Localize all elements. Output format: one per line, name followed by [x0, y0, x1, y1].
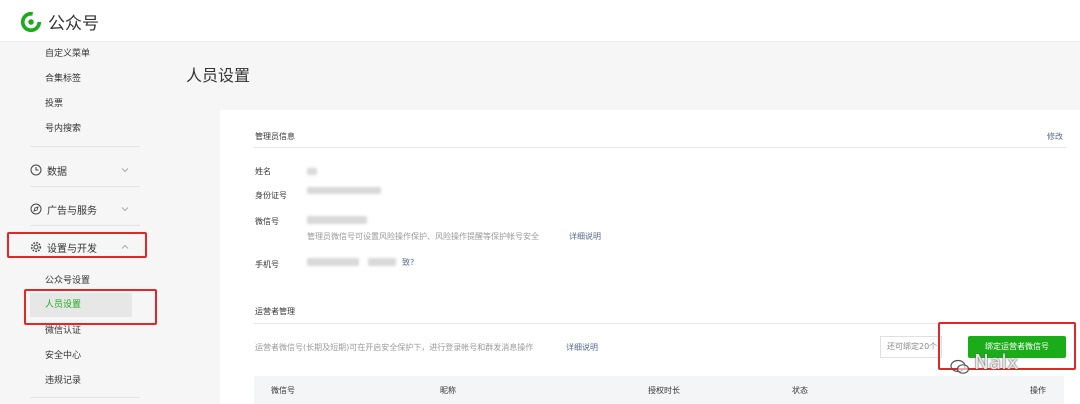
name-label: 姓名 — [255, 167, 271, 176]
sidebar-item-in-account-search[interactable]: 号内搜索 — [45, 121, 81, 134]
column-header-actions: 操作 — [1030, 386, 1046, 395]
sidebar-section-data[interactable]: 数据 — [30, 159, 140, 181]
divider — [30, 397, 140, 398]
sidebar-item-security-center[interactable]: 安全中心 — [45, 348, 81, 361]
sidebar-item-violation-records[interactable]: 违规记录 — [45, 373, 81, 386]
top-bar: 公众号 — [0, 0, 1080, 42]
admin-info-heading: 管理员信息 — [255, 132, 295, 141]
wechat-official-account-logo-icon — [20, 11, 42, 32]
divider — [30, 146, 140, 147]
sidebar-item-account-settings[interactable]: 公众号设置 — [45, 273, 90, 286]
phone-value-redacted — [307, 258, 359, 266]
sidebar-section-label: 数据 — [47, 166, 67, 178]
chevron-down-icon — [121, 207, 129, 212]
phone-label: 手机号 — [255, 260, 279, 269]
brand-name: 公众号 — [48, 14, 99, 34]
sidebar-item-collection-tags[interactable]: 合集标签 — [45, 71, 81, 84]
phone-value-redacted — [368, 258, 396, 266]
id-number-label: 身份证号 — [255, 191, 287, 200]
operator-description: 运营者微信号(长期及短期)可在开启安全保护下，进行登录帐号和群发消息操作 — [255, 343, 534, 352]
column-header-authorization-duration: 授权时长 — [648, 386, 680, 395]
highlight-box-settings-section — [7, 232, 147, 258]
highlight-box-personnel-settings — [24, 289, 157, 325]
wechat-watermark-icon — [950, 359, 970, 374]
page-title: 人员设置 — [186, 66, 251, 85]
column-header-nickname: 昵称 — [440, 386, 456, 395]
sidebar-item-vote[interactable]: 投票 — [45, 96, 63, 109]
divider — [254, 147, 1066, 148]
brand[interactable]: 公众号 — [20, 9, 99, 34]
sidebar-section-label: 广告与服务 — [47, 205, 97, 217]
id-number-value-redacted — [307, 187, 381, 194]
wechat-id-hint: 管理员微信号可设置风险操作保护、风险操作提醒等保护帐号安全 — [307, 232, 539, 241]
wechat-id-value-redacted — [307, 216, 367, 224]
bind-remaining-indicator: 还可绑定20个 — [880, 336, 942, 358]
column-header-wechat-id: 微信号 — [271, 386, 295, 395]
compass-icon — [30, 203, 42, 215]
column-header-status: 状态 — [792, 386, 808, 395]
chevron-down-icon — [121, 168, 129, 173]
sidebar-item-custom-menu[interactable]: 自定义菜单 — [45, 46, 90, 59]
divider — [30, 225, 140, 226]
divider — [30, 186, 140, 187]
wechat-id-hint-link[interactable]: 详细说明 — [569, 231, 601, 242]
clock-icon — [30, 164, 42, 176]
edit-link[interactable]: 修改 — [1047, 131, 1063, 142]
sidebar-section-ads-services[interactable]: 广告与服务 — [30, 198, 140, 220]
operator-description-link[interactable]: 详细说明 — [566, 342, 598, 353]
operator-management-heading: 运营者管理 — [255, 307, 295, 316]
phone-change-link[interactable]: 致? — [402, 257, 414, 268]
name-value-redacted — [307, 168, 317, 175]
watermark-text: Nalx — [974, 350, 1019, 374]
wechat-id-label: 微信号 — [255, 217, 279, 226]
